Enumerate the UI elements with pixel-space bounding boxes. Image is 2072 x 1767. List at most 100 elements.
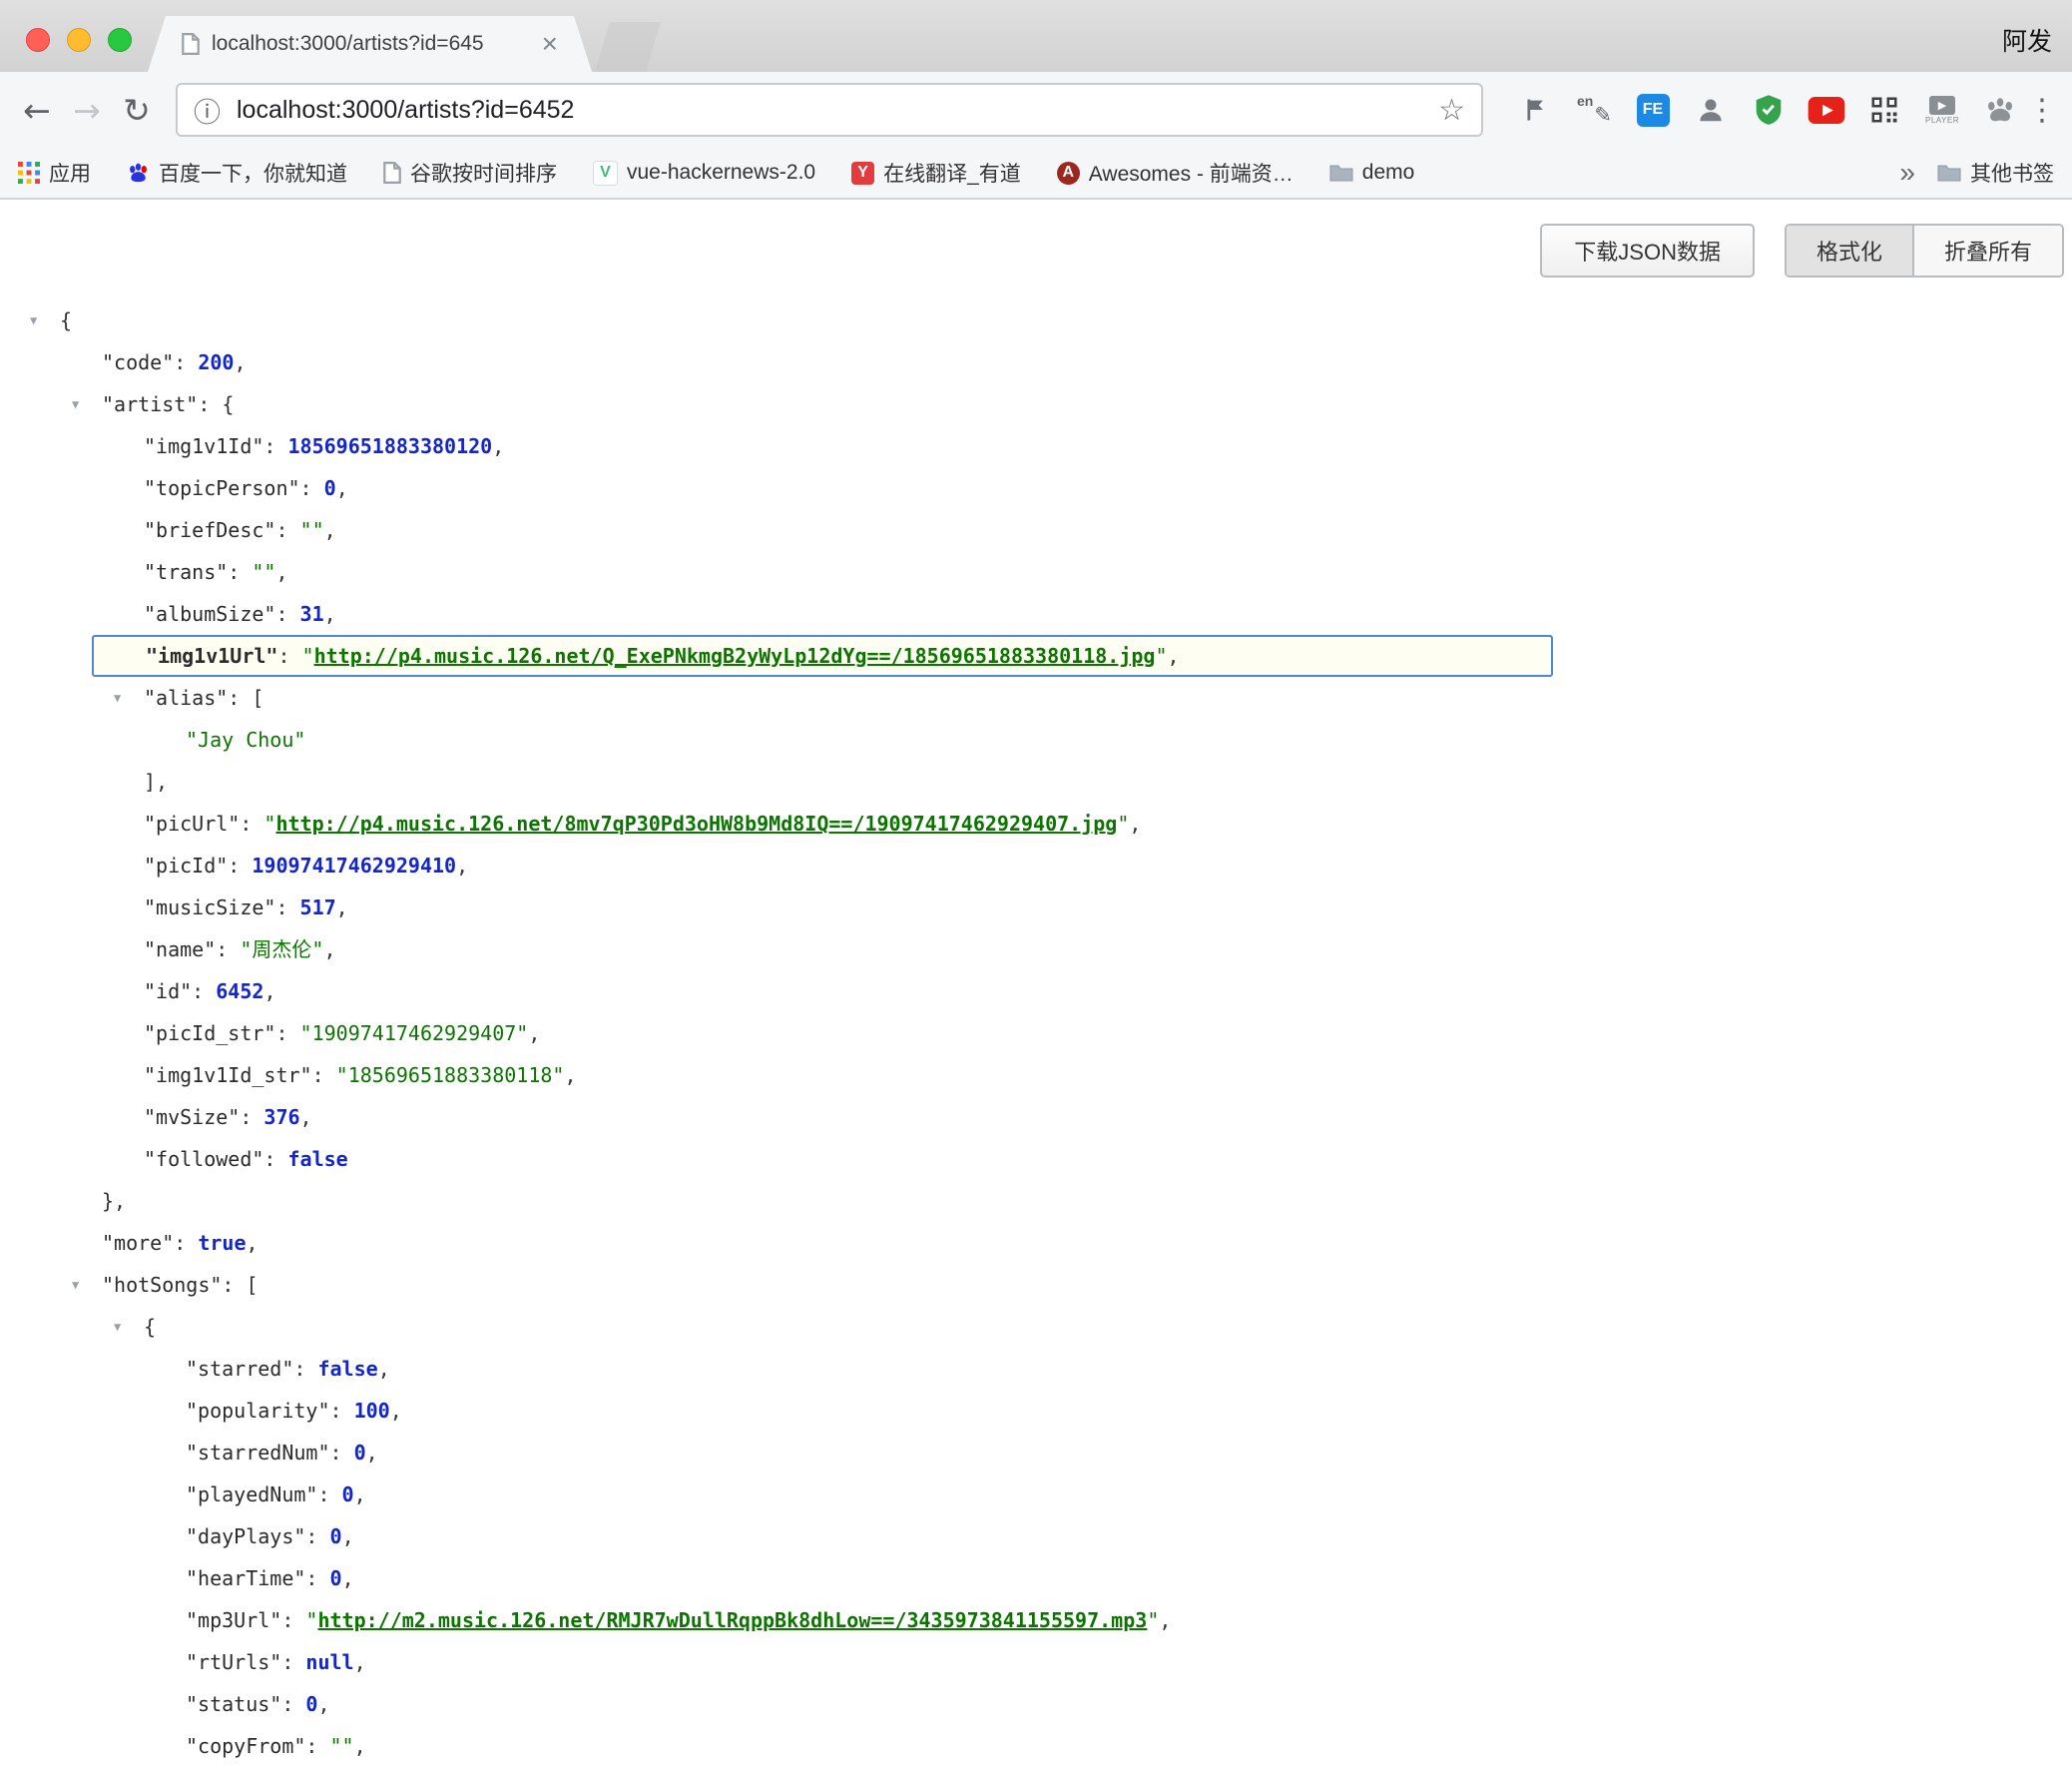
minimize-window-button[interactable] (67, 28, 91, 52)
awesomes-icon: A (1057, 162, 1080, 185)
youtube-icon[interactable] (1807, 88, 1846, 132)
json-line: ▼{ (0, 299, 2072, 341)
json-line: "name": "周杰伦", (0, 928, 2072, 970)
json-link[interactable]: http://m2.music.126.net/RMJR7wDullRqppBk… (317, 1608, 1147, 1632)
json-line: "picId": 19097417462929410, (0, 845, 2072, 886)
json-line: "playedNum": 0, (0, 1473, 2072, 1515)
bookmarks-overflow-icon[interactable] (1899, 157, 1915, 189)
shield-icon[interactable] (1749, 88, 1789, 132)
bookmark-label: vue-hackernews-2.0 (627, 161, 815, 185)
other-bookmarks-folder[interactable]: 其他书签 (1937, 158, 2054, 188)
json-line: "followed": false (0, 1138, 2072, 1180)
format-button[interactable]: 格式化 (1787, 226, 1912, 276)
address-bar[interactable]: localhost:3000/artists?id=6452 (176, 83, 1483, 137)
qr-code-icon[interactable] (1864, 88, 1904, 132)
youdao-icon: Y (851, 162, 874, 185)
site-info-icon[interactable] (194, 91, 221, 130)
player-icon[interactable]: ▶PLAYER (1922, 88, 1962, 132)
json-line: "albumSize": 31, (0, 593, 2072, 635)
json-line: "img1v1Id_str": "18569651883380118", (0, 1054, 2072, 1096)
json-line: "briefDesc": "", (0, 509, 2072, 551)
profile-name: 阿发 (2002, 22, 2052, 58)
json-line: "dayPlays": 0, (0, 1515, 2072, 1557)
forward-button (62, 84, 112, 136)
collapse-caret-icon[interactable]: ▼ (30, 299, 37, 341)
paw-icon[interactable] (1980, 88, 2020, 132)
url-text[interactable]: localhost:3000/artists?id=6452 (237, 96, 1438, 125)
bookmark-label: 在线翻译_有道 (883, 158, 1021, 188)
json-link[interactable]: http://p4.music.126.net/8mv7qP30Pd3oHW8b… (275, 812, 1117, 836)
bookmark-item[interactable]: demo (1329, 161, 1415, 185)
folder-icon (1329, 163, 1353, 183)
back-button[interactable] (12, 84, 62, 136)
json-link[interactable]: http://p4.music.126.net/Q_ExePNkmgB2yWyL… (314, 644, 1156, 668)
json-line: "topicPerson": 0, (0, 467, 2072, 509)
json-line: "hearTime": 0, (0, 1557, 2072, 1599)
json-line: "code": 200, (0, 341, 2072, 383)
json-line: ▼"hotSongs": [ (0, 1264, 2072, 1306)
view-mode-segment: 格式化 折叠所有 (1785, 224, 2064, 278)
json-line: "starred": false, (0, 1348, 2072, 1390)
collapse-caret-icon[interactable]: ▼ (114, 1306, 121, 1348)
tab-strip: localhost:3000/artists?id=645 × 阿发 (0, 0, 2072, 72)
bookmark-item[interactable]: 百度一下，你就知道 (127, 158, 347, 188)
bookmark-star-icon[interactable] (1438, 93, 1465, 128)
json-line: "img1v1Id": 18569651883380120, (0, 425, 2072, 467)
reload-button[interactable] (112, 84, 162, 136)
flag-icon[interactable] (1517, 88, 1557, 132)
folder-icon (1937, 163, 1961, 183)
collapse-caret-icon[interactable]: ▼ (72, 1264, 79, 1306)
json-line: "status": 0, (0, 1683, 2072, 1725)
json-line: "mp3Url": "http://m2.music.126.net/RMJR7… (0, 1599, 2072, 1641)
bookmark-item[interactable]: Y 在线翻译_有道 (851, 158, 1021, 188)
json-line: "starredNum": 0, (0, 1432, 2072, 1473)
bookmark-label: 百度一下，你就知道 (159, 158, 347, 188)
json-line: ▼"artist": { (0, 383, 2072, 425)
bookmark-item[interactable]: A Awesomes - 前端资… (1057, 158, 1294, 188)
json-line: "picId_str": "19097417462929407", (0, 1012, 2072, 1054)
bookmarks-list: 应用 百度一下，你就知道 谷歌按时间排序 Vvue-hackernews-2.0 Y 在线… (18, 158, 1414, 188)
json-line: "Jay Chou" (0, 719, 2072, 761)
json-line: }, (0, 1180, 2072, 1222)
collapse-caret-icon[interactable]: ▼ (72, 383, 79, 425)
bookmark-item[interactable]: 应用 (18, 158, 91, 188)
page-icon (383, 162, 401, 184)
json-line: "copyFrom": "", (0, 1725, 2072, 1767)
json-view: ▼{"code": 200,▼"artist": {"img1v1Id": 18… (0, 299, 2072, 1767)
extensions-area: en✎ FE ▶PLAYER (1517, 88, 2024, 132)
json-line: ▼"alias": [ (0, 677, 2072, 719)
json-line: "picUrl": "http://p4.music.126.net/8mv7q… (0, 803, 2072, 845)
new-tab-button[interactable] (595, 22, 661, 72)
json-line: ], (0, 761, 2072, 803)
json-toolbar: 下载JSON数据 格式化 折叠所有 (0, 200, 2072, 278)
bookmarks-right: 其他书签 (1899, 157, 2054, 189)
apps-grid-icon (18, 162, 40, 184)
collapse-caret-icon[interactable]: ▼ (114, 677, 121, 719)
page-content: 下载JSON数据 格式化 折叠所有 ▼{"code": 200,▼"artist… (0, 200, 2072, 1767)
baidu-icon (127, 162, 150, 185)
bookmark-item[interactable]: 谷歌按时间排序 (383, 158, 557, 188)
json-line: "id": 6452, (0, 970, 2072, 1012)
json-line: "img1v1Url": "http://p4.music.126.net/Q_… (92, 635, 1553, 677)
bookmarks-bar: 应用 百度一下，你就知道 谷歌按时间排序 Vvue-hackernews-2.0 Y 在线… (0, 148, 2072, 200)
bookmark-label: 应用 (49, 158, 91, 188)
zoom-window-button[interactable] (108, 28, 132, 52)
page-icon (182, 33, 200, 55)
bookmark-label: Awesomes - 前端资… (1089, 158, 1294, 188)
browser-menu-icon[interactable] (2024, 88, 2060, 132)
user-silhouette-icon[interactable] (1691, 88, 1731, 132)
json-line: "trans": "", (0, 551, 2072, 593)
download-json-button[interactable]: 下载JSON数据 (1540, 224, 1755, 278)
tab-close-icon[interactable]: × (542, 30, 558, 58)
collapse-all-button[interactable]: 折叠所有 (1912, 226, 2062, 276)
bookmark-item[interactable]: Vvue-hackernews-2.0 (593, 161, 815, 186)
bookmark-label: 谷歌按时间排序 (410, 158, 557, 188)
translate-pen-icon[interactable]: en✎ (1575, 88, 1615, 132)
json-line: "popularity": 100, (0, 1390, 2072, 1432)
window-controls (26, 28, 132, 52)
bookmark-label: 其他书签 (1970, 158, 2054, 188)
vue-icon: V (593, 161, 618, 186)
fe-helper-icon[interactable]: FE (1633, 88, 1673, 132)
close-window-button[interactable] (26, 28, 50, 52)
browser-tab[interactable]: localhost:3000/artists?id=645 × (148, 16, 592, 72)
